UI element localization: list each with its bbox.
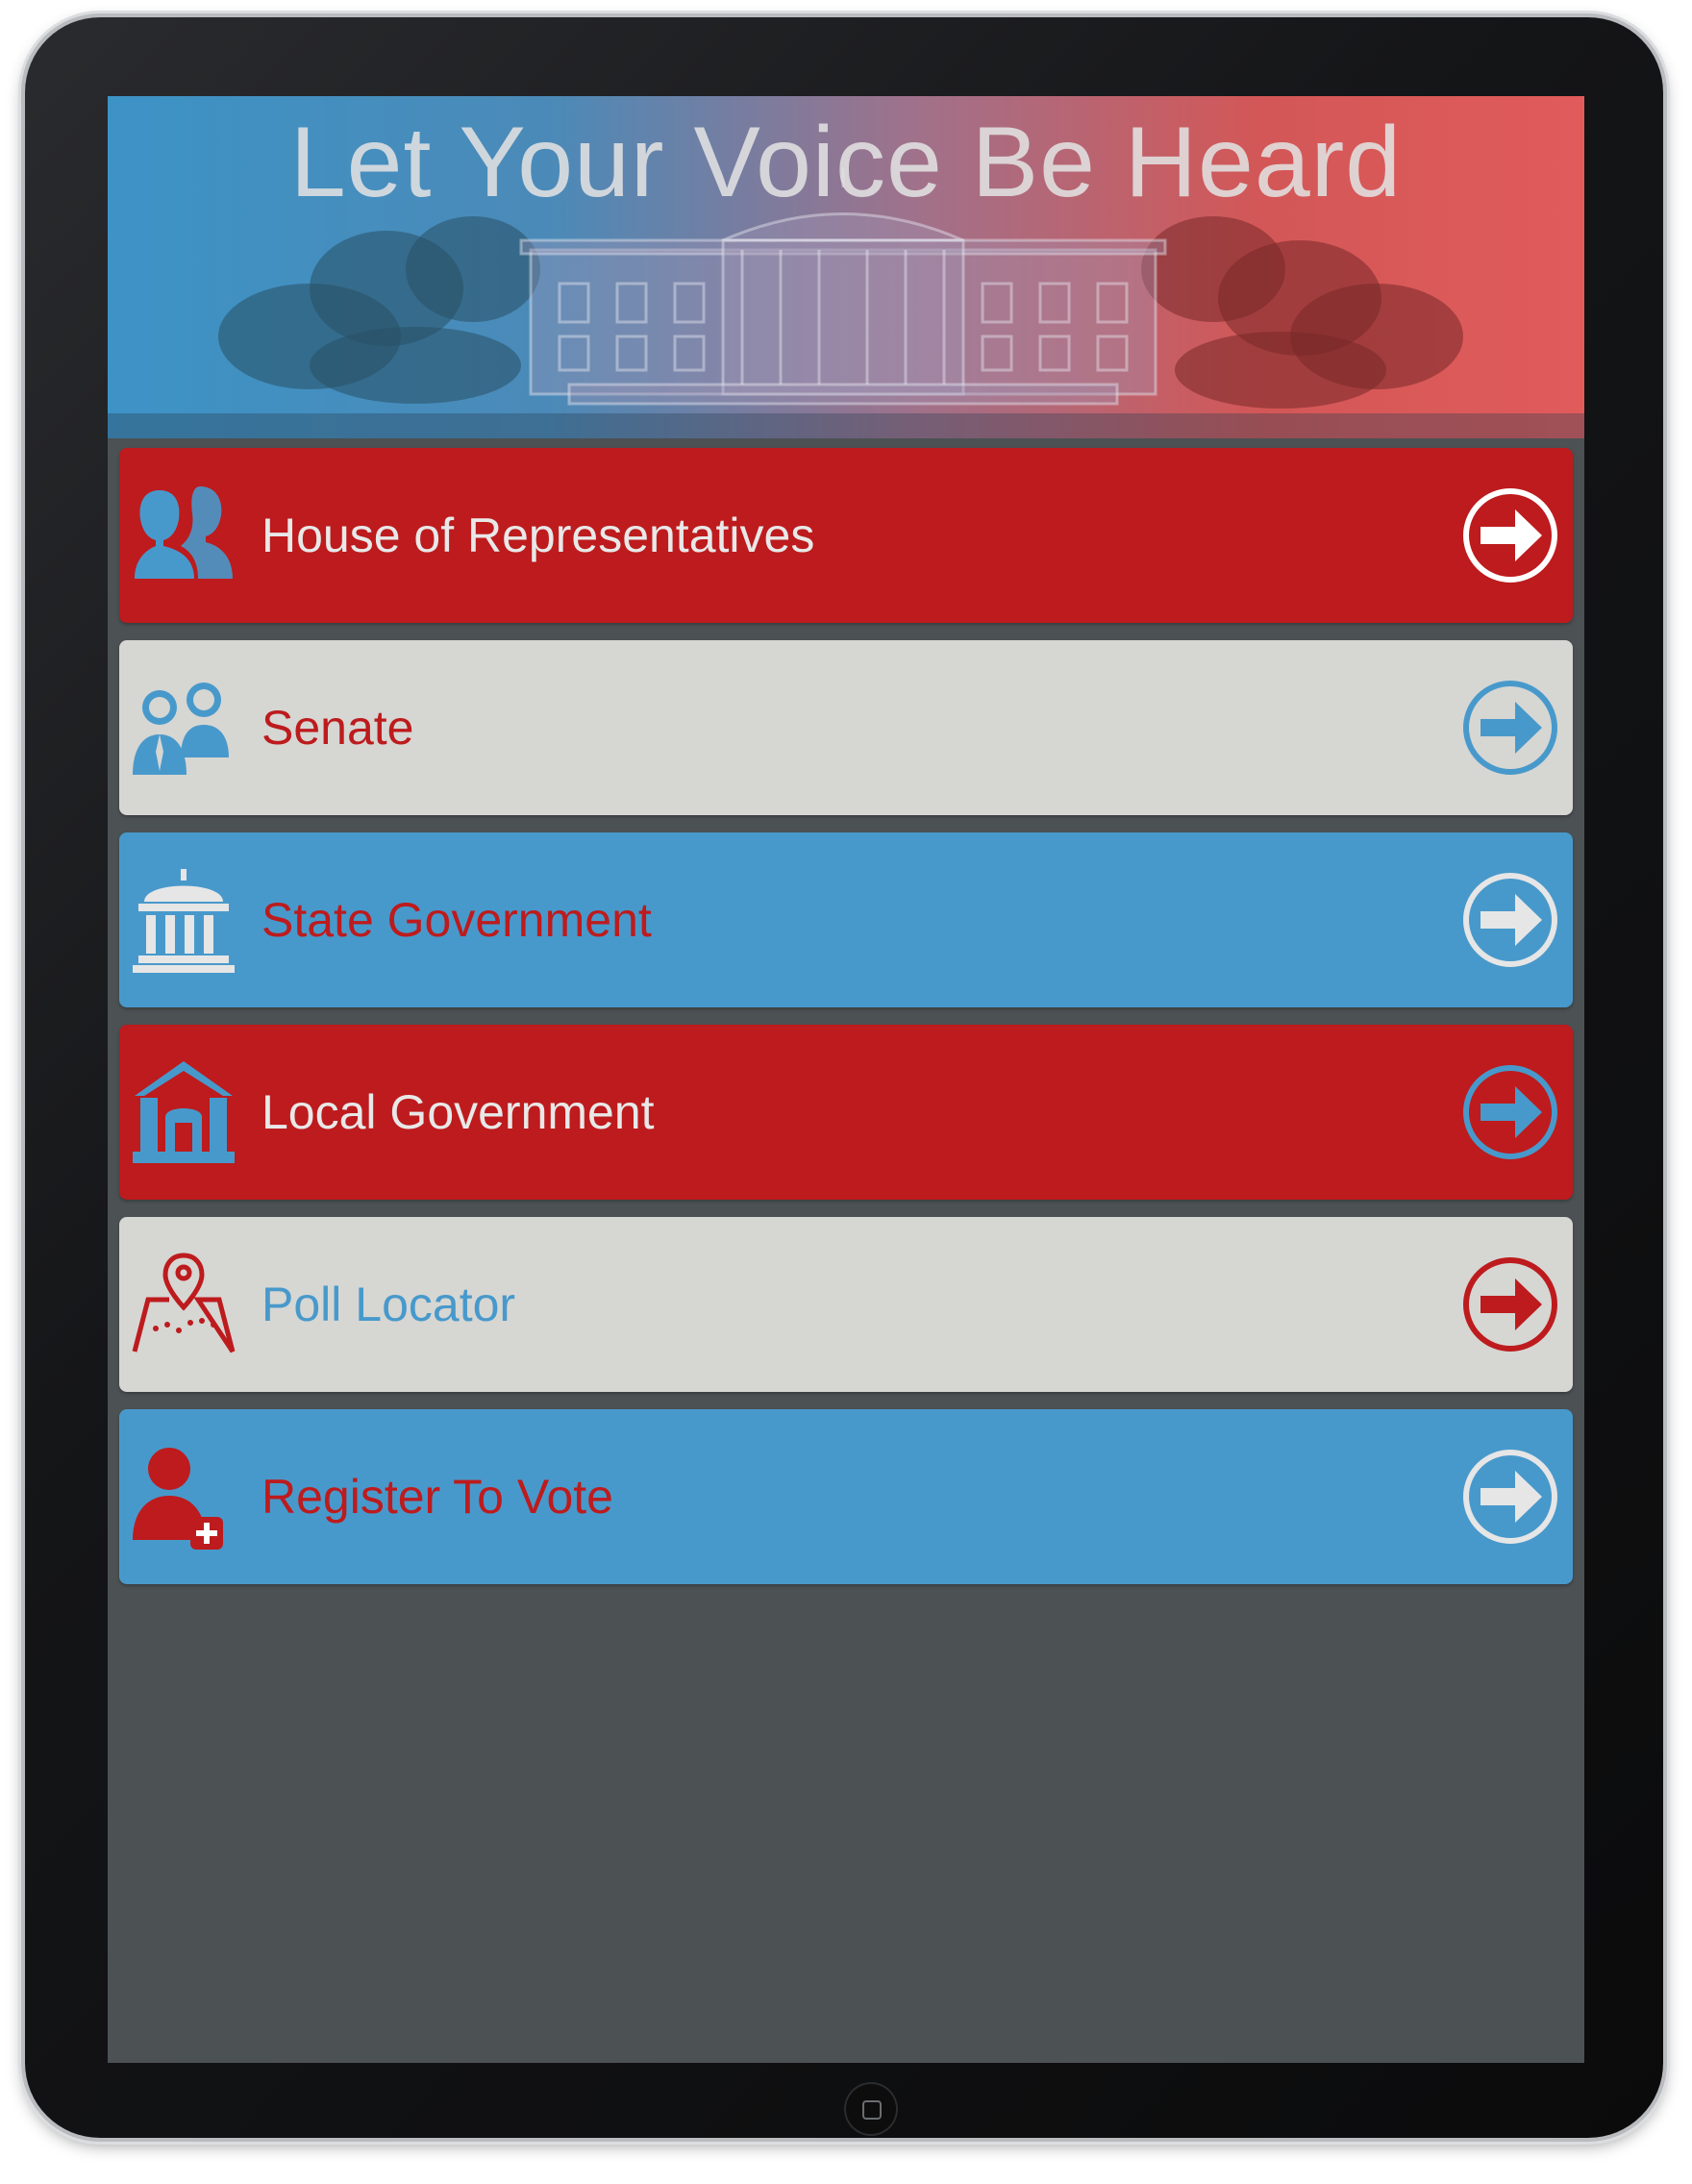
header-banner: Let Your Voice Be Heard xyxy=(108,96,1584,438)
add-user-icon xyxy=(133,1448,223,1550)
map-pin-icon xyxy=(132,1253,236,1353)
home-button-square xyxy=(862,2100,882,2120)
arrow-right-circle-icon[interactable] xyxy=(1461,871,1559,969)
menu-item-state-government[interactable]: State Government xyxy=(119,832,1573,1007)
menu-item-house-of-representatives[interactable]: House of Representatives xyxy=(119,448,1573,623)
tablet-frame: Let Your Voice Be Heard House of Represe… xyxy=(25,17,1663,2138)
page-title: Let Your Voice Be Heard xyxy=(289,107,1403,218)
arrow-right-circle-icon[interactable] xyxy=(1461,486,1559,584)
menu-item-label: Poll Locator xyxy=(261,1278,516,1331)
home-button-icon[interactable] xyxy=(844,2082,898,2136)
arrow-right-circle-icon[interactable] xyxy=(1461,1255,1559,1353)
menu-item-label: Register To Vote xyxy=(261,1470,613,1524)
capitol-building-icon xyxy=(133,869,235,973)
senators-icon xyxy=(133,682,229,775)
app-screen: Let Your Voice Be Heard House of Represe… xyxy=(108,96,1584,2063)
menu-item-senate[interactable]: Senate xyxy=(119,640,1573,815)
arrow-right-circle-icon[interactable] xyxy=(1461,679,1559,777)
group-people-icon xyxy=(135,486,233,579)
arrow-right-circle-icon[interactable] xyxy=(1461,1063,1559,1161)
arrow-right-circle-icon[interactable] xyxy=(1461,1448,1559,1546)
menu-item-poll-locator[interactable]: Poll Locator xyxy=(119,1217,1573,1392)
menu-item-label: Local Government xyxy=(261,1085,655,1139)
menu-item-local-government[interactable]: Local Government xyxy=(119,1025,1573,1200)
menu-item-register-to-vote[interactable]: Register To Vote xyxy=(119,1409,1573,1584)
menu-item-label: State Government xyxy=(261,893,652,947)
main-menu: House of Representatives Senate State Go… xyxy=(119,448,1573,1601)
menu-item-label: Senate xyxy=(261,701,414,755)
menu-item-label: House of Representatives xyxy=(261,509,815,562)
town-hall-icon xyxy=(133,1061,235,1163)
